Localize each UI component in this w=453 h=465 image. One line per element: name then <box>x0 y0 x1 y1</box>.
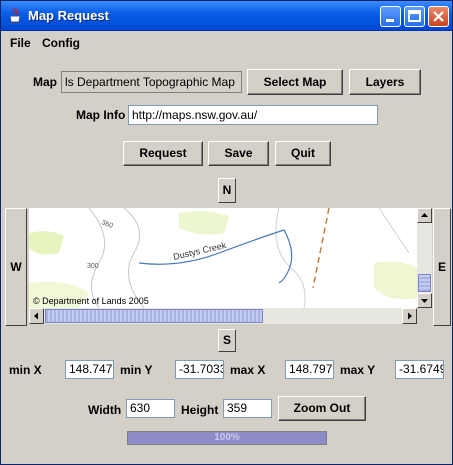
pan-east-button[interactable]: E <box>433 208 451 326</box>
north-label: N <box>222 183 232 197</box>
request-button[interactable]: Request <box>123 141 203 166</box>
west-label: W <box>10 260 22 274</box>
progress-label: 100% <box>214 432 240 443</box>
vegetation-area <box>29 231 64 255</box>
east-label: E <box>437 260 446 274</box>
min-y-label: min Y <box>120 363 153 377</box>
zoom-out-button[interactable]: Zoom Out <box>278 396 366 421</box>
menu-file[interactable]: File <box>10 36 31 50</box>
map-label: Map <box>33 75 57 89</box>
horizontal-scrollbar[interactable] <box>29 308 417 324</box>
map-info-input[interactable]: http://maps.nsw.gov.au/ <box>128 105 378 125</box>
height-label: Height <box>181 403 219 417</box>
quit-button[interactable]: Quit <box>275 141 331 166</box>
window-title: Map Request <box>28 8 109 23</box>
pan-south-button[interactable]: S <box>218 329 236 352</box>
min-y-input[interactable]: -31.7033 <box>175 360 224 379</box>
max-x-input[interactable]: 148.797 <box>285 360 334 379</box>
contour-line <box>275 208 306 308</box>
max-y-label: max Y <box>340 363 376 377</box>
creek-line <box>138 229 293 284</box>
min-x-input[interactable]: 148.747 <box>65 360 114 379</box>
width-input[interactable]: 630 <box>126 399 175 418</box>
menu-bar: File Config <box>1 32 452 54</box>
request-label: Request <box>139 146 187 160</box>
road-track <box>312 208 330 289</box>
scroll-down-button[interactable] <box>417 293 432 308</box>
pan-north-button[interactable]: N <box>218 178 236 203</box>
pan-west-button[interactable]: W <box>5 208 27 326</box>
topographic-map: Dustys Creek 360 300 <box>29 208 417 308</box>
south-label: S <box>222 333 231 347</box>
maximize-button[interactable] <box>404 6 425 27</box>
save-button[interactable]: Save <box>208 141 269 166</box>
scroll-up-button[interactable] <box>417 208 432 223</box>
select-map-button[interactable]: Select Map <box>247 69 343 95</box>
map-canvas[interactable]: Dustys Creek 360 300 © Department of Lan… <box>29 208 417 308</box>
contour-label: 300 <box>87 263 99 270</box>
title-bar[interactable]: Map Request <box>1 1 452 31</box>
contour-label: 360 <box>100 219 113 230</box>
height-input[interactable]: 359 <box>223 399 272 418</box>
vegetation-area <box>179 211 229 235</box>
menu-config[interactable]: Config <box>42 36 80 50</box>
progress-bar: 100% <box>127 431 327 445</box>
min-x-label: min X <box>9 363 42 377</box>
select-map-label: Select Map <box>263 75 327 89</box>
java-cup-icon <box>9 7 21 24</box>
layers-button[interactable]: Layers <box>349 69 421 95</box>
minimize-button[interactable] <box>380 6 401 27</box>
scroll-left-button[interactable] <box>29 308 44 324</box>
zoom-out-label: Zoom Out <box>293 401 351 415</box>
vegetation-area <box>374 261 417 300</box>
minimize-icon <box>386 19 394 22</box>
arrow-right-icon <box>408 312 412 320</box>
maximize-icon <box>408 10 421 22</box>
contour-line <box>123 208 145 308</box>
vertical-scrollbar[interactable] <box>417 208 432 308</box>
close-icon <box>433 11 444 22</box>
map-copyright: © Department of Lands 2005 <box>33 296 149 306</box>
width-label: Width <box>88 403 122 417</box>
scroll-right-button[interactable] <box>402 308 417 324</box>
vertical-scroll-thumb[interactable] <box>418 274 431 292</box>
max-x-label: max X <box>230 363 266 377</box>
arrow-up-icon <box>421 213 428 217</box>
map-name-field: ls Department Topographic Map <box>61 71 242 93</box>
save-label: Save <box>224 146 253 160</box>
map-request-window: Map Request File Config Map ls Departmen… <box>0 0 453 465</box>
max-y-input[interactable]: -31.6749 <box>395 360 444 379</box>
arrow-down-icon <box>421 299 428 303</box>
close-button[interactable] <box>428 6 449 27</box>
map-info-label: Map Info <box>76 108 126 122</box>
contour-line <box>378 208 410 254</box>
quit-label: Quit <box>291 146 315 160</box>
arrow-left-icon <box>34 312 38 320</box>
horizontal-scroll-thumb[interactable] <box>45 309 263 323</box>
layers-label: Layers <box>365 75 405 89</box>
